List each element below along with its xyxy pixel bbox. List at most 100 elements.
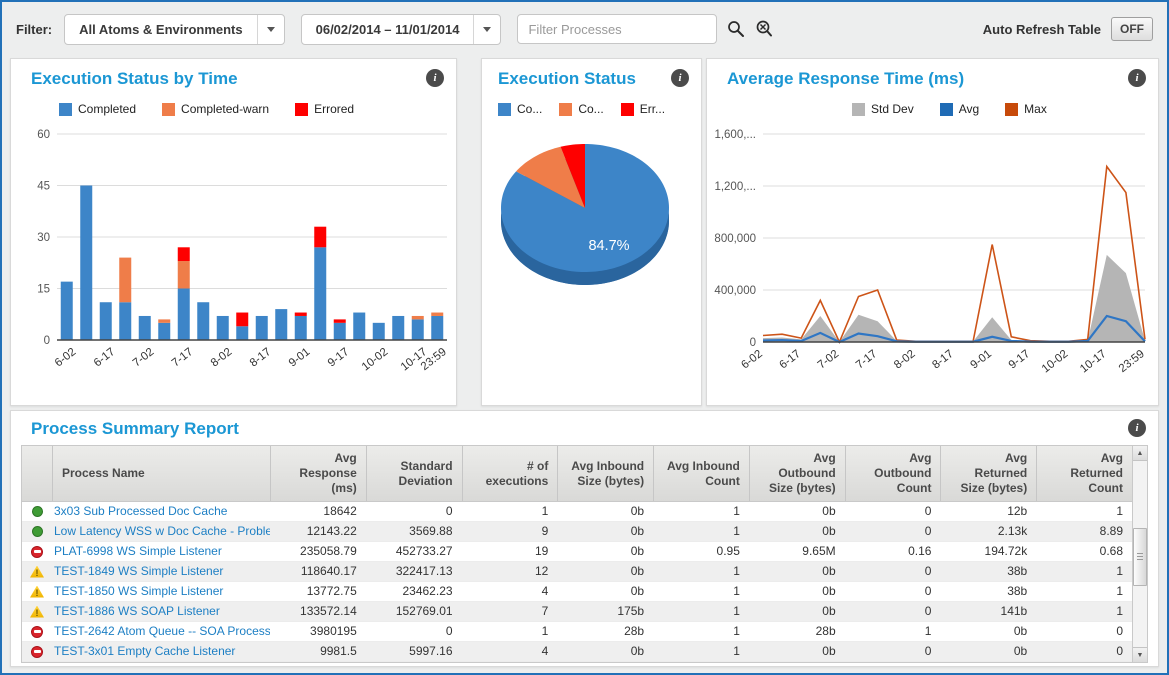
panel-execution-status-by-time: Execution Status by Time i Completed Com… [10,58,457,406]
auto-refresh-label: Auto Refresh Table [983,22,1101,37]
table-cell: 8.89 [1036,522,1132,541]
svg-text:23:59: 23:59 [1117,348,1147,375]
filter-label: Filter: [16,22,52,37]
svg-text:9-01: 9-01 [969,348,995,372]
table-scrollbar[interactable]: ▲ ▼ [1132,446,1147,662]
table-cell: 133572.14 [270,602,366,621]
process-name-link[interactable]: 3x03 Sub Processed Doc Cache [52,502,270,521]
table-cell: 141b [940,602,1036,621]
scrollbar-up-button[interactable]: ▲ [1133,446,1147,461]
table-cell: 19 [462,542,558,561]
execution-status-pie-chart: 84.7% [488,128,690,296]
table-cell: 23462.23 [366,582,462,601]
column-header-status [22,446,52,501]
column-header-avg-returned-size[interactable]: Avg Returned Size (bytes) [940,446,1036,501]
column-header-avg-outbound-count[interactable]: Avg Outbound Count [845,446,941,501]
svg-text:8-02: 8-02 [892,348,918,372]
legend-label: Completed-warn [181,102,269,116]
clear-filter-icon[interactable] [755,20,773,38]
legend-label: Errored [314,102,354,116]
table-cell: 5997.16 [366,642,462,661]
panel-average-response-time: Average Response Time (ms) i Std Dev Avg… [706,58,1159,406]
table-cell: 0 [366,622,462,641]
column-header-avg-outbound-size[interactable]: Avg Outbound Size (bytes) [749,446,845,501]
table-body: 3x03 Sub Processed Doc Cache18642010b10b… [22,502,1132,662]
table-cell: 1 [845,622,941,641]
table-cell: 9.65M [749,542,845,561]
process-filter-input[interactable] [517,14,717,44]
table-cell: 13772.75 [270,582,366,601]
table-cell: 2.13k [940,522,1036,541]
table-row: Low Latency WSS w Doc Cache - Proble1214… [22,522,1132,542]
table-cell: 322417.13 [366,562,462,581]
table-cell: 12 [462,562,558,581]
completed-warn-legend-swatch [162,103,175,116]
table-cell: 0b [749,582,845,601]
scrollbar-thumb[interactable] [1133,528,1147,586]
table-cell: 0.95 [653,542,749,561]
table-cell: 38b [940,562,1036,581]
table-cell: 12b [940,502,1036,521]
section-title: Process Summary Report [31,419,1128,439]
table-cell: 152769.01 [366,602,462,621]
status-ok-icon [32,526,43,537]
info-icon[interactable]: i [1128,69,1146,87]
table-cell: 0b [557,502,653,521]
legend-label: Avg [959,102,979,116]
std-dev-legend-swatch [852,103,865,116]
panel-title: Execution Status by Time [31,69,426,89]
table-cell: 4 [462,582,558,601]
legend-label: Co... [578,102,603,116]
scrollbar-track[interactable] [1133,461,1147,647]
date-range-dropdown[interactable]: 06/02/2014 – 11/01/2014 [301,14,502,45]
column-header-process-name[interactable]: Process Name [52,446,270,501]
table-cell: 9 [462,522,558,541]
column-header-avg-inbound-count[interactable]: Avg Inbound Count [653,446,749,501]
errored-legend-swatch [295,103,308,116]
response-time-line-chart: 0400,000800,0001,200,...1,600,...6-026-1… [711,118,1156,410]
search-icon[interactable] [727,20,745,38]
status-error-icon [31,546,43,558]
process-name-link[interactable]: TEST-1849 WS Simple Listener [52,562,270,581]
atoms-environments-dropdown[interactable]: All Atoms & Environments [64,14,284,45]
column-header-avg-inbound-size[interactable]: Avg Inbound Size (bytes) [557,446,653,501]
status-error-icon [31,646,43,658]
column-header-avg-response[interactable]: Avg Response (ms) [270,446,366,501]
table-cell: 7 [462,602,558,621]
dashboard: Filter: All Atoms & Environments 06/02/2… [0,0,1169,675]
scrollbar-down-button[interactable]: ▼ [1133,647,1147,662]
table-cell: 452733.27 [366,542,462,561]
svg-text:45: 45 [37,181,50,193]
process-summary-table: Process Name Avg Response (ms) Standard … [21,445,1148,663]
table-cell: 0 [1036,622,1132,641]
info-icon[interactable]: i [1128,419,1146,437]
column-header-executions[interactable]: # of executions [462,446,558,501]
process-name-link[interactable]: TEST-2642 Atom Queue -- SOA Process [52,622,270,641]
status-warn-icon: ! [30,566,44,578]
process-name-link[interactable]: PLAT-6998 WS Simple Listener [52,542,270,561]
svg-text:0: 0 [750,337,756,349]
table-cell: 1 [653,602,749,621]
info-icon[interactable]: i [426,69,444,87]
column-header-standard-deviation[interactable]: Standard Deviation [366,446,462,501]
table-cell: 18642 [270,502,366,521]
table-cell: 0 [845,522,941,541]
process-name-link[interactable]: Low Latency WSS w Doc Cache - Proble [52,522,270,541]
bar-legend: Completed Completed-warn Errored [59,102,456,116]
table-cell: 1 [653,502,749,521]
completed-legend-swatch [498,103,511,116]
process-name-link[interactable]: TEST-1886 WS SOAP Listener [52,602,270,621]
svg-text:8-17: 8-17 [930,348,956,372]
process-name-link[interactable]: TEST-1850 WS Simple Listener [52,582,270,601]
process-summary-section: Process Summary Report i Process Name Av… [10,410,1159,667]
info-icon[interactable]: i [671,69,689,87]
svg-text:60: 60 [37,129,50,141]
svg-text:8-02: 8-02 [209,346,235,370]
table-cell: 1 [653,522,749,541]
process-name-link[interactable]: TEST-3x01 Empty Cache Listener [52,642,270,661]
table-cell: 0.16 [845,542,941,561]
table-cell: 0b [940,642,1036,661]
svg-text:7-17: 7-17 [854,348,880,372]
auto-refresh-toggle[interactable]: OFF [1111,17,1153,41]
column-header-avg-returned-count[interactable]: Avg Returned Count [1036,446,1132,501]
